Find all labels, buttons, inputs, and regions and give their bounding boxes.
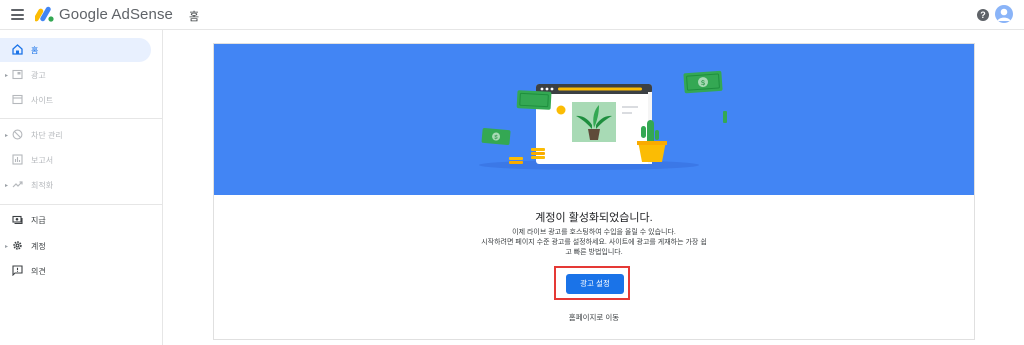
- sidebar-item-label: 광고: [31, 70, 46, 80]
- sidebar: 홈 ▸ 광고 사이트 ▸ 차단 관리 보고서 ▸ 최적화 지급 ▸ 계정 의견: [0, 30, 163, 345]
- sidebar-item-label: 계정: [31, 241, 46, 251]
- user-icon: [997, 8, 1011, 21]
- ads-icon: [12, 69, 23, 80]
- gear-icon: [13, 241, 22, 250]
- description: 이제 라이브 광고를 호스팅하여 수입을 올릴 수 있습니다. 시작하려면 페이…: [434, 228, 754, 258]
- brand-name: Google AdSense: [59, 6, 173, 23]
- description-line: 고 빠른 방법입니다.: [565, 249, 623, 256]
- block-icon: [12, 129, 23, 140]
- trending-up-icon: [12, 181, 23, 188]
- sidebar-item-home[interactable]: 홈: [0, 38, 151, 62]
- sidebar-item-label: 홈: [31, 45, 39, 55]
- feedback-icon: [12, 265, 23, 276]
- chevron-right-icon[interactable]: ▸: [5, 243, 8, 250]
- go-to-homepage-link[interactable]: 홈페이지로 이동: [214, 312, 974, 323]
- headline: 계정이 활성화되었습니다.: [535, 212, 653, 224]
- adsense-logo-icon: [35, 6, 54, 22]
- sidebar-item-ads[interactable]: ▸ 광고: [0, 63, 151, 87]
- menu-icon[interactable]: [11, 9, 24, 20]
- sidebar-item-label: 최적화: [31, 180, 54, 190]
- sidebar-item-label: 사이트: [31, 95, 54, 105]
- page-title: 홈: [189, 11, 200, 23]
- help-icon[interactable]: ?: [977, 9, 989, 21]
- activation-card: $ $ 계정이 활성화되었습니다. 이제 라이브 광고를 호스팅하여 수입을 올…: [213, 43, 975, 340]
- sidebar-item-optimization[interactable]: ▸ 최적화: [0, 173, 151, 197]
- sidebar-item-label: 차단 관리: [31, 130, 63, 140]
- sidebar-item-sites[interactable]: 사이트: [0, 88, 151, 112]
- sidebar-item-feedback[interactable]: 의견: [0, 259, 151, 283]
- hero-illustration: $ $: [214, 44, 974, 195]
- sidebar-item-account[interactable]: ▸ 계정: [0, 234, 151, 258]
- sidebar-item-label: 의견: [31, 266, 46, 276]
- description-line: 이제 라이브 광고를 호스팅하여 수입을 올릴 수 있습니다.: [512, 229, 676, 236]
- sidebar-item-blocking[interactable]: ▸ 차단 관리: [0, 123, 151, 147]
- sidebar-item-payments[interactable]: 지급: [0, 208, 151, 232]
- sidebar-divider: [0, 204, 163, 205]
- sites-icon: [12, 94, 23, 105]
- home-icon: [12, 44, 23, 55]
- hero-illustration-graphic: $ $: [479, 70, 727, 170]
- chevron-right-icon[interactable]: ▸: [5, 182, 8, 189]
- svg-text:$: $: [701, 80, 705, 87]
- chevron-right-icon[interactable]: ▸: [5, 72, 8, 79]
- sidebar-item-label: 보고서: [31, 155, 54, 165]
- reports-icon: [12, 154, 23, 165]
- set-up-ads-button[interactable]: 광고 설정: [566, 274, 624, 294]
- payments-icon: [12, 215, 23, 225]
- description-line: 시작하려면 페이지 수준 광고를 설정하세요. 사이트에 광고를 게재하는 가장…: [481, 239, 707, 246]
- top-app-bar: Google AdSense 홈 ?: [0, 0, 1024, 30]
- sidebar-item-label: 지급: [31, 215, 46, 225]
- sidebar-item-reports[interactable]: 보고서: [0, 148, 151, 172]
- sidebar-divider: [0, 118, 163, 119]
- avatar[interactable]: [995, 5, 1013, 23]
- chevron-right-icon[interactable]: ▸: [5, 132, 8, 139]
